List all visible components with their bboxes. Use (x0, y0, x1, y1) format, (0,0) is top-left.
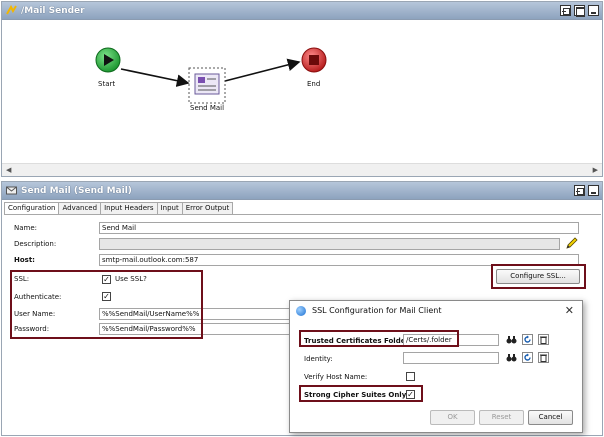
scroll-left-icon[interactable]: ◀ (6, 166, 11, 174)
close-icon[interactable]: ✕ (565, 304, 574, 317)
dialog-app-icon (296, 306, 306, 316)
configure-ssl-button[interactable]: Configure SSL... (496, 269, 580, 284)
end-node-label: End (307, 80, 321, 88)
minimize-icon[interactable] (588, 5, 599, 16)
name-label: Name: (14, 224, 38, 232)
send-mail-node-label: Send Mail (190, 104, 225, 112)
send-mail-titlebar: Send Mail (Send Mail) (2, 182, 602, 200)
dialog-title: SSL Configuration for Mail Client (312, 306, 442, 315)
dialog-titlebar: SSL Configuration for Mail Client ✕ (290, 301, 582, 321)
mail-icon (6, 186, 17, 195)
tab-input[interactable]: Input (156, 202, 183, 214)
maximize-icon[interactable] (574, 5, 585, 17)
tab-advanced[interactable]: Advanced (58, 202, 102, 214)
scroll-right-icon[interactable]: ▶ (593, 166, 598, 174)
send-mail-node-icon (188, 67, 226, 104)
connector-sendmail-end (224, 58, 301, 82)
trusted-certificates-highlight (299, 330, 459, 347)
ssl-auth-highlight (10, 270, 203, 339)
restore-icon[interactable] (560, 5, 571, 16)
flow-diagram (95, 47, 327, 104)
refresh-icon[interactable] (522, 352, 533, 363)
flow-icon (6, 5, 17, 15)
edit-pencil-icon[interactable] (565, 237, 578, 250)
description-field[interactable] (99, 238, 560, 250)
verify-host-checkbox[interactable] (406, 372, 415, 381)
reset-button[interactable]: Reset (479, 410, 524, 425)
minimize-icon[interactable] (588, 185, 599, 196)
identity-field[interactable] (403, 352, 499, 364)
description-label: Description: (14, 240, 57, 248)
flow-canvas[interactable]: Start Send Mail End (2, 20, 602, 164)
start-node-icon (95, 47, 121, 73)
flow-panel: /Mail Sender Start Send Mail End ◀ ▶ (1, 1, 603, 177)
ok-button[interactable]: OK (430, 410, 475, 425)
restore-icon[interactable] (574, 185, 585, 196)
host-label: Host: (14, 256, 35, 264)
end-node-icon (301, 47, 327, 73)
identity-label: Identity: (304, 355, 333, 363)
flow-panel-titlebar: /Mail Sender (2, 2, 602, 20)
name-field[interactable]: Send Mail (99, 222, 579, 234)
tab-error-output[interactable]: Error Output (181, 202, 234, 214)
refresh-icon[interactable] (522, 334, 533, 345)
tab-input-headers[interactable]: Input Headers (100, 202, 158, 214)
connector-start-sendmail (120, 68, 190, 87)
flow-panel-title: /Mail Sender (21, 5, 85, 16)
flow-horizontal-scrollbar[interactable]: ◀ ▶ (2, 163, 602, 176)
start-node-label: Start (98, 80, 116, 88)
strong-cipher-highlight (299, 385, 423, 402)
send-mail-panel-title: Send Mail (Send Mail) (21, 185, 132, 196)
cancel-button[interactable]: Cancel (528, 410, 573, 425)
verify-host-label: Verify Host Name: (304, 373, 368, 381)
trash-icon[interactable] (538, 334, 549, 345)
trash-icon[interactable] (538, 352, 549, 363)
browse-binoculars-icon[interactable] (506, 352, 517, 363)
browse-binoculars-icon[interactable] (506, 334, 517, 345)
ssl-config-dialog: SSL Configuration for Mail Client ✕ Trus… (289, 300, 583, 433)
config-tabs: Configuration Advanced Input Headers Inp… (4, 202, 234, 215)
